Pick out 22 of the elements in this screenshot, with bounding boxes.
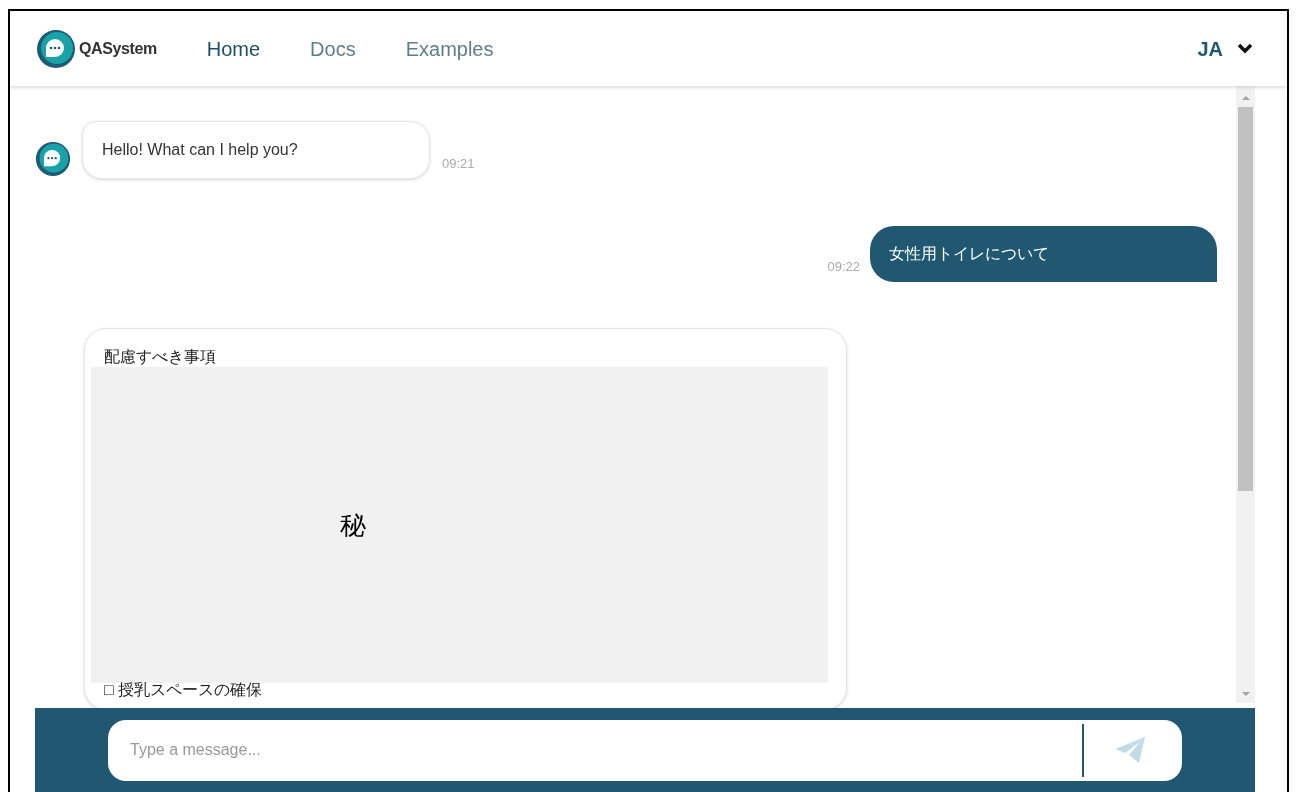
redaction-label: 秘 xyxy=(340,508,366,542)
user-message-bubble: 女性用トイレについて xyxy=(870,226,1217,282)
nav-link[interactable]: Home xyxy=(206,33,261,64)
message-field[interactable]: Type a message... xyxy=(108,719,1182,781)
logo-text: QASystem xyxy=(79,38,157,59)
nav-link[interactable]: Examples xyxy=(405,33,494,64)
scrollbar-thumb[interactable] xyxy=(1238,107,1253,491)
chevron-down-icon[interactable] xyxy=(1237,42,1253,55)
send-icon[interactable] xyxy=(1114,736,1146,764)
language-selector[interactable]: JA xyxy=(1197,33,1223,64)
message-time: 09:22 xyxy=(827,257,860,276)
scrollbar[interactable] xyxy=(1236,86,1255,703)
nav-link[interactable]: Docs xyxy=(310,33,356,64)
bot-avatar-icon xyxy=(35,141,71,177)
scroll-up-icon[interactable] xyxy=(1241,95,1250,101)
bot-message-bubble: Hello! What can I help you? xyxy=(82,121,430,179)
chat-bubble-logo-icon xyxy=(36,28,76,69)
list-item: □ 授乳スペースの確保 xyxy=(103,683,264,696)
message-time: 09:21 xyxy=(442,154,475,173)
card-title: 配慮すべき事項 xyxy=(103,347,217,367)
message-input[interactable]: Type a message... xyxy=(130,738,1082,762)
scroll-down-icon[interactable] xyxy=(1241,691,1250,697)
